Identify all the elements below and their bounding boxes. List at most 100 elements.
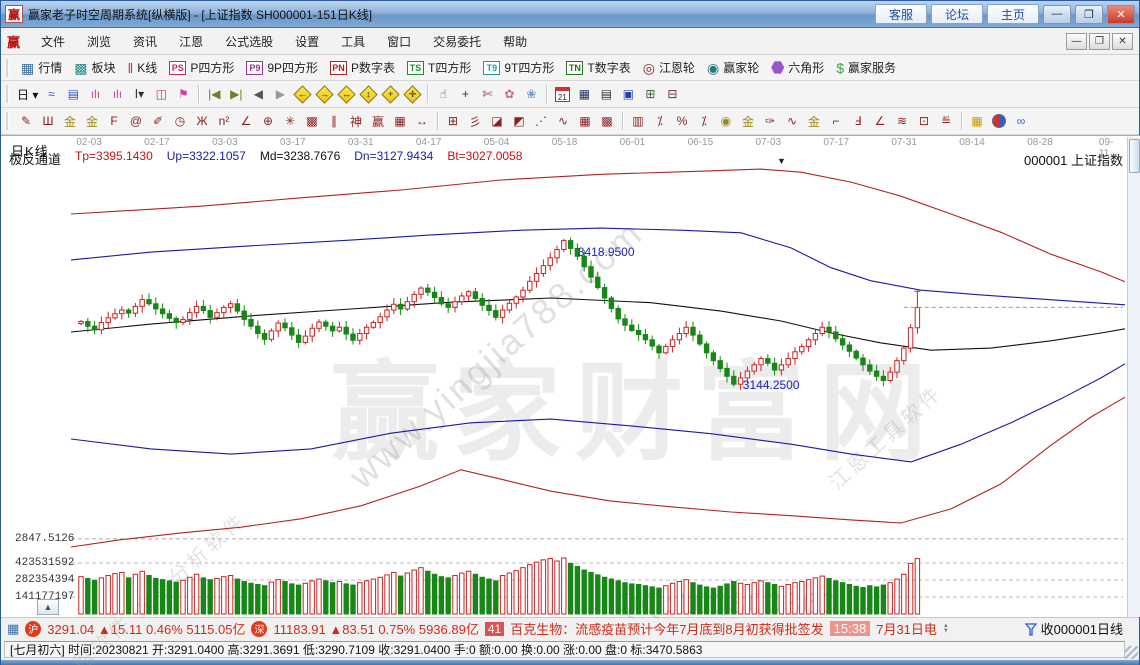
shen-tool-icon[interactable]: 神 — [345, 110, 367, 132]
pen-flag-icon[interactable]: ✎ — [15, 110, 37, 132]
time-circle-icon[interactable]: ◷ — [169, 110, 191, 132]
rail-icon[interactable]: Ш — [37, 110, 59, 132]
percent-line-icon[interactable]: ⁒ — [693, 110, 715, 132]
pane-collapse-button[interactable]: ▲ — [37, 599, 59, 615]
bars-pair-icon[interactable]: ∥ — [323, 110, 345, 132]
minimize-button[interactable]: — — [1043, 5, 1071, 24]
j-angle-icon[interactable]: ⌐ — [825, 110, 847, 132]
t-square-button[interactable]: TST四方形 — [401, 57, 477, 78]
candle-period-icon[interactable]: Ⅰ▾ — [128, 83, 150, 105]
calendar-icon[interactable]: 21 — [551, 83, 573, 105]
calculator-icon[interactable]: ▦ — [573, 83, 595, 105]
ying-tool-icon[interactable]: 赢 — [367, 110, 389, 132]
quotes-button[interactable]: ▦行情 — [15, 57, 68, 78]
taichi-icon[interactable] — [988, 110, 1010, 132]
winner-wheel-button[interactable]: ◉赢家轮 — [701, 57, 765, 78]
menu-item-3[interactable]: 资讯 — [122, 30, 168, 53]
rail-b-icon[interactable]: Ж — [191, 110, 213, 132]
program-icon[interactable]: ⊟ — [661, 83, 683, 105]
f-tool-icon[interactable]: F — [103, 110, 125, 132]
save-icon[interactable]: ▣ — [617, 83, 639, 105]
mdi-minimize-button[interactable]: — — [1066, 33, 1087, 50]
next-icon[interactable]: ▶ — [269, 83, 291, 105]
mdi-close-button[interactable]: ✕ — [1112, 33, 1133, 50]
candlestick-canvas[interactable] — [1, 136, 1126, 618]
shift-right-icon[interactable]: → — [313, 83, 335, 105]
grid-c-icon[interactable]: ▦ — [574, 110, 596, 132]
spiral-icon[interactable]: @ — [125, 110, 147, 132]
prev-icon[interactable]: ◀ — [247, 83, 269, 105]
menu-item-8[interactable]: 窗口 — [376, 30, 422, 53]
chart-square-icon[interactable]: ⊡ — [913, 110, 935, 132]
grid-d-icon[interactable]: ▩ — [596, 110, 618, 132]
kline-button[interactable]: ‖K线 — [122, 57, 164, 78]
close-button[interactable]: ✕ — [1107, 5, 1135, 24]
infinity-icon[interactable]: ∞ — [1010, 110, 1032, 132]
export-icon[interactable]: ⊞ — [639, 83, 661, 105]
gold-grid-a-icon[interactable]: 金 — [59, 110, 81, 132]
ratio-table-icon[interactable]: ▥ — [627, 110, 649, 132]
9t-square-button[interactable]: T99T四方形 — [477, 57, 560, 78]
menu-item-4[interactable]: 江恩 — [168, 30, 214, 53]
crosshair-icon[interactable]: + — [454, 83, 476, 105]
news-ticker-text[interactable]: 百克生物：流感疫苗预计今年7月底到8月初获得批签发 — [510, 619, 823, 638]
menu-item-9[interactable]: 交易委托 — [422, 30, 492, 53]
pattern-icon[interactable]: ◫ — [150, 83, 172, 105]
erase-icon[interactable]: ✄ — [476, 83, 498, 105]
vertical-scrollbar[interactable] — [1127, 137, 1140, 617]
shift-left-icon[interactable]: ← — [291, 83, 313, 105]
zoom-in-icon[interactable]: + — [379, 83, 401, 105]
customer-service-button[interactable]: 客服 — [875, 4, 927, 24]
9p-square-button[interactable]: P99P四方形 — [240, 57, 324, 78]
wave-icon[interactable]: ≈ — [40, 83, 62, 105]
gold-line-icon[interactable]: 金 — [803, 110, 825, 132]
seat-icon[interactable]: ≝ — [935, 110, 957, 132]
resize-grip[interactable] — [1125, 646, 1138, 659]
doc-icon[interactable]: ▤ — [62, 83, 84, 105]
percent-strike-icon[interactable]: ⁒ — [649, 110, 671, 132]
brush-icon[interactable]: ✑ — [759, 110, 781, 132]
mdi-restore-button[interactable]: ❐ — [1089, 33, 1110, 50]
hand-icon[interactable]: ☝ — [432, 83, 454, 105]
period-selector-button[interactable]: 日 ▾ — [15, 83, 40, 105]
span-arrows-icon[interactable]: ↔ — [411, 110, 433, 132]
grid-gold-icon[interactable]: ▦ — [966, 110, 988, 132]
flag-icon[interactable]: ⚑ — [172, 83, 194, 105]
p-number-table-button[interactable]: PNP数字表 — [324, 57, 401, 78]
fan-square-b-icon[interactable]: ◩ — [508, 110, 530, 132]
zigzag-icon[interactable]: ∿ — [552, 110, 574, 132]
news-count-badge[interactable]: 41 — [485, 622, 504, 636]
gold-angle-icon[interactable]: ∠ — [869, 110, 891, 132]
news-scroll-spinner[interactable]: ▲▼ — [943, 624, 949, 634]
menu-item-10[interactable]: 帮助 — [492, 30, 538, 53]
fan-square-icon[interactable]: ◪ — [486, 110, 508, 132]
expand-h-icon[interactable]: ↔ — [335, 83, 357, 105]
fan-lines-icon[interactable]: 彡 — [464, 110, 486, 132]
hatch-icon[interactable]: ⋰ — [530, 110, 552, 132]
hexagon-button[interactable]: 六角形 — [765, 57, 830, 78]
percent-icon[interactable]: % — [671, 110, 693, 132]
menu-item-6[interactable]: 设置 — [284, 30, 330, 53]
bars9-icon[interactable]: ılı — [106, 83, 128, 105]
square-handles-icon[interactable]: ⊞ — [442, 110, 464, 132]
speed-lines-icon[interactable]: ≋ — [891, 110, 913, 132]
last-icon[interactable]: ▶| — [225, 83, 247, 105]
t-number-table-button[interactable]: TNT数字表 — [560, 57, 636, 78]
dense-grid-icon[interactable]: ▩ — [301, 110, 323, 132]
restore-button[interactable]: ❐ — [1075, 5, 1103, 24]
notepad-icon[interactable]: ▤ — [595, 83, 617, 105]
f-angle-icon[interactable]: Ⅎ — [847, 110, 869, 132]
gold-grid-b-icon[interactable]: 金 — [81, 110, 103, 132]
menu-item-5[interactable]: 公式选股 — [214, 30, 284, 53]
menu-item-1[interactable]: 文件 — [30, 30, 76, 53]
star-burst-icon[interactable]: ✳ — [279, 110, 301, 132]
sectors-button[interactable]: ▩板块 — [68, 57, 121, 78]
grid-123-icon[interactable]: ▦ — [389, 110, 411, 132]
quotes-mini-icon[interactable]: ▦ — [7, 621, 19, 637]
gann-wheel-button[interactable]: ◎江恩轮 — [637, 57, 701, 78]
mask-blue-icon[interactable]: ❀ — [520, 83, 542, 105]
menu-item-7[interactable]: 工具 — [330, 30, 376, 53]
title-bar[interactable]: 赢 赢家老子时空周期系统[纵横版] - [上证指数 SH000001-151日K… — [1, 1, 1139, 28]
p-square-button[interactable]: PSP四方形 — [163, 57, 240, 78]
pen-b-icon[interactable]: ✐ — [147, 110, 169, 132]
